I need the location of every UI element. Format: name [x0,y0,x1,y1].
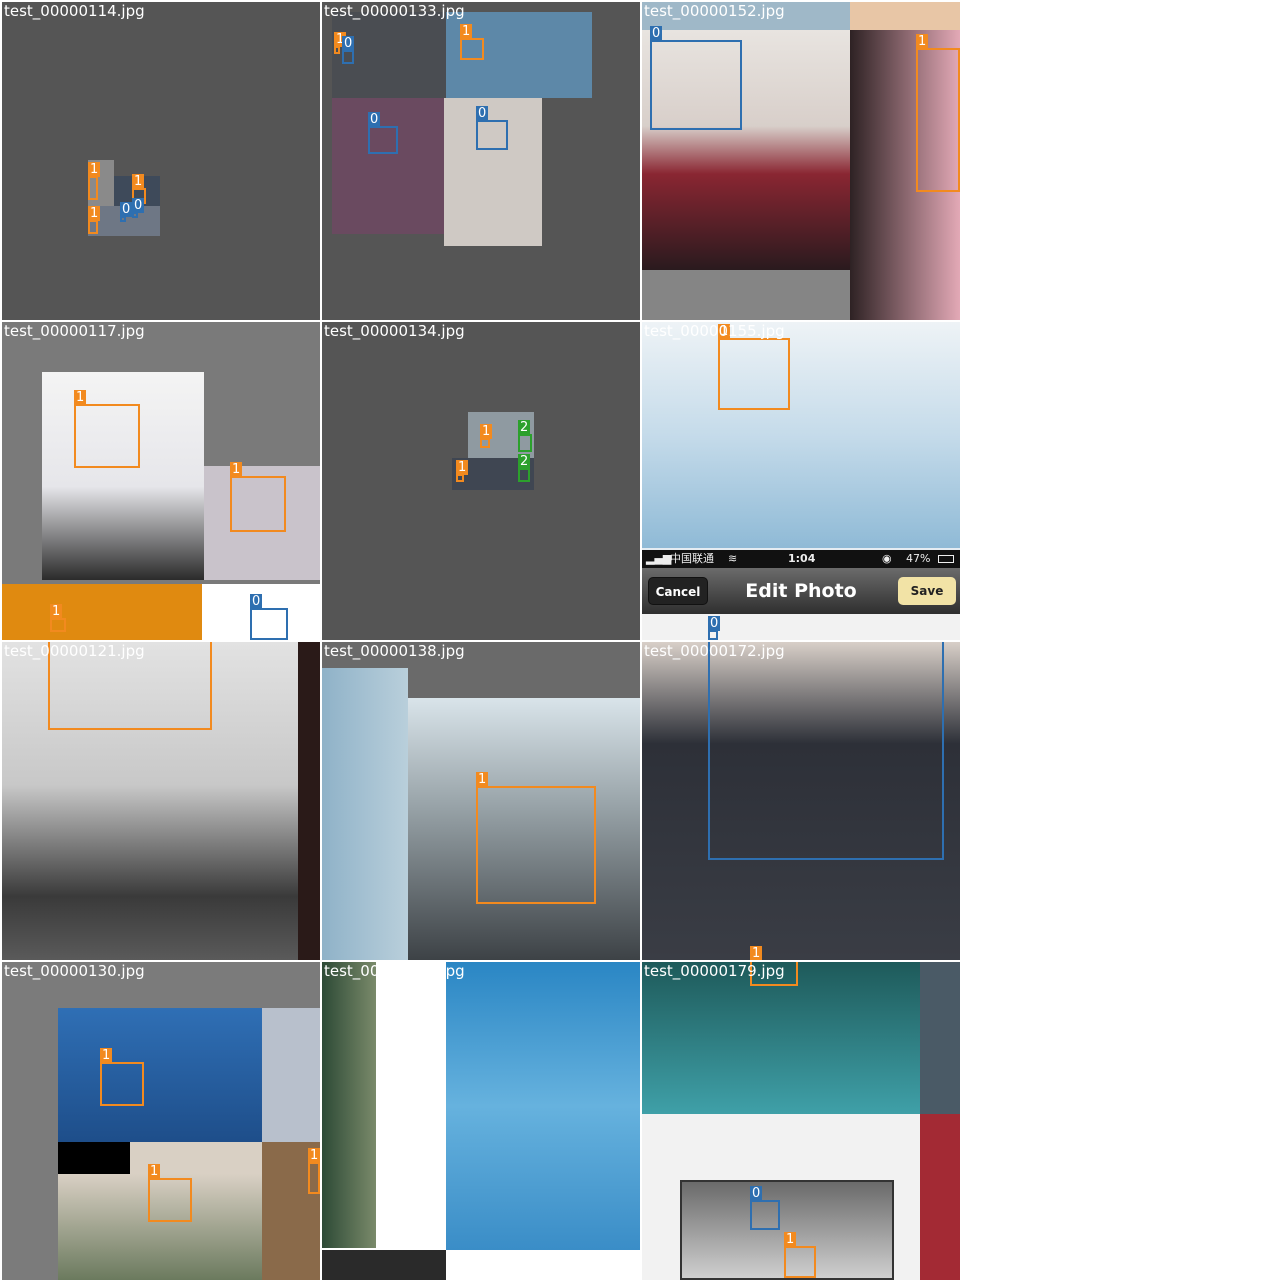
grid-tile-6: test_00000155.jpg 1 ▂▄▆ 中国联通 ≋ 1:04 ◉ 47… [642,322,960,640]
detection-box: 0 [750,1186,780,1230]
tile-filename: test_00000152.jpg [644,2,785,20]
signal-icon: ▂▄▆ [646,552,672,565]
detection-box: 1 [476,772,596,904]
mosaic-photo [642,322,960,548]
detection-box: 0 [708,616,721,640]
detection-box: 1 [718,324,790,410]
tile-filename: test_00000117.jpg [4,322,145,340]
detection-box: 1 [230,462,286,532]
tile-filename: test_00000121.jpg [4,642,145,660]
detection-box: 1 [308,1148,320,1194]
detection-box: 1 [456,460,469,482]
tile-filename: test_00000130.jpg [4,962,145,980]
detection-box: 2 [518,454,531,482]
detection-box: 0 [476,106,508,150]
mosaic-photo [298,642,320,960]
phone-status-bar: ▂▄▆ 中国联通 ≋ 1:04 ◉ 47% [642,550,960,568]
mosaic-photo [58,1008,262,1142]
battery-percent: 47% [906,552,931,565]
battery-icon [938,555,954,563]
wifi-icon: ≋ [728,552,738,565]
detection-box: 0 [342,36,355,64]
detection-box: 1 [100,1048,144,1106]
detection-box [708,642,944,860]
tile-filename: test_00000134.jpg [324,322,465,340]
tile-filename: test_00000179.jpg [644,962,785,980]
clock-time: 1:04 [788,552,816,565]
detection-box: 1 [460,24,484,60]
detection-box: 1 [50,604,66,632]
tile-filename: test_00000133.jpg [324,2,465,20]
detection-box: 0 [120,202,133,222]
grid-tile-8: test_00000138.jpg 1 [322,642,640,960]
detection-box: 1 [74,390,140,468]
mosaic-photo [446,962,640,1250]
mosaic-photo [642,614,960,640]
tile-filename: test_00000172.jpg [644,642,785,660]
tile-filename: test_00000155.jpg [644,322,785,340]
detection-box: 0 [250,594,288,640]
grid-tile-1: test_00000114.jpg 1 1 1 0 0 [2,2,320,320]
mosaic-photo [322,1250,446,1280]
detection-box: 1 [784,1232,816,1278]
lock-icon: ◉ [882,552,892,565]
mosaic-photo [322,668,408,960]
grid-tile-10: test_00000130.jpg 1 1 1 [2,962,320,1280]
detection-box: 0 [132,198,145,218]
detection-box: 1 [88,206,101,234]
grid-tile-3: test_00000152.jpg 0 1 [642,2,960,320]
mosaic-photo [322,962,376,1248]
mosaic-photo [58,1142,130,1174]
detection-box: 1 [88,162,101,200]
grid-tile-7: test_00000121.jpg [2,642,320,960]
tile-filename: test_00000138.jpg [324,642,465,660]
detection-box: 1 [334,32,347,54]
mosaic-photo [920,962,960,1114]
detection-box: 1 [480,424,493,448]
grid-tile-5: test_00000134.jpg 1 2 2 1 [322,322,640,640]
grid-tile-2: test_00000133.jpg 1 0 1 0 0 [322,2,640,320]
mosaic-photo [920,1114,960,1280]
mosaic-photo [850,2,960,30]
detection-box: 0 [650,26,742,130]
detection-box: 1 [148,1164,192,1222]
detection-box: 2 [518,420,532,452]
grid-tile-4: test_00000117.jpg 1 1 1 0 [2,322,320,640]
tile-filename: test_00000143.jpg [324,962,465,980]
grid-tile-9: test_00000172.jpg 1 [642,642,960,960]
carrier-name: 中国联通 [670,552,714,565]
detection-box: 0 [368,112,398,154]
mosaic-photo [262,1008,320,1142]
save-button[interactable]: Save [898,577,956,605]
grid-tile-12: test_00000179.jpg 1 0 1 [642,962,960,1280]
phone-nav-bar: Cancel Edit Photo Save [642,568,960,614]
detection-box: 1 [916,34,960,192]
tile-filename: test_00000114.jpg [4,2,145,20]
mosaic-photo [2,584,202,640]
mosaic-photo [332,98,444,234]
grid-tile-11: test_00000143.jpg [322,962,640,1280]
